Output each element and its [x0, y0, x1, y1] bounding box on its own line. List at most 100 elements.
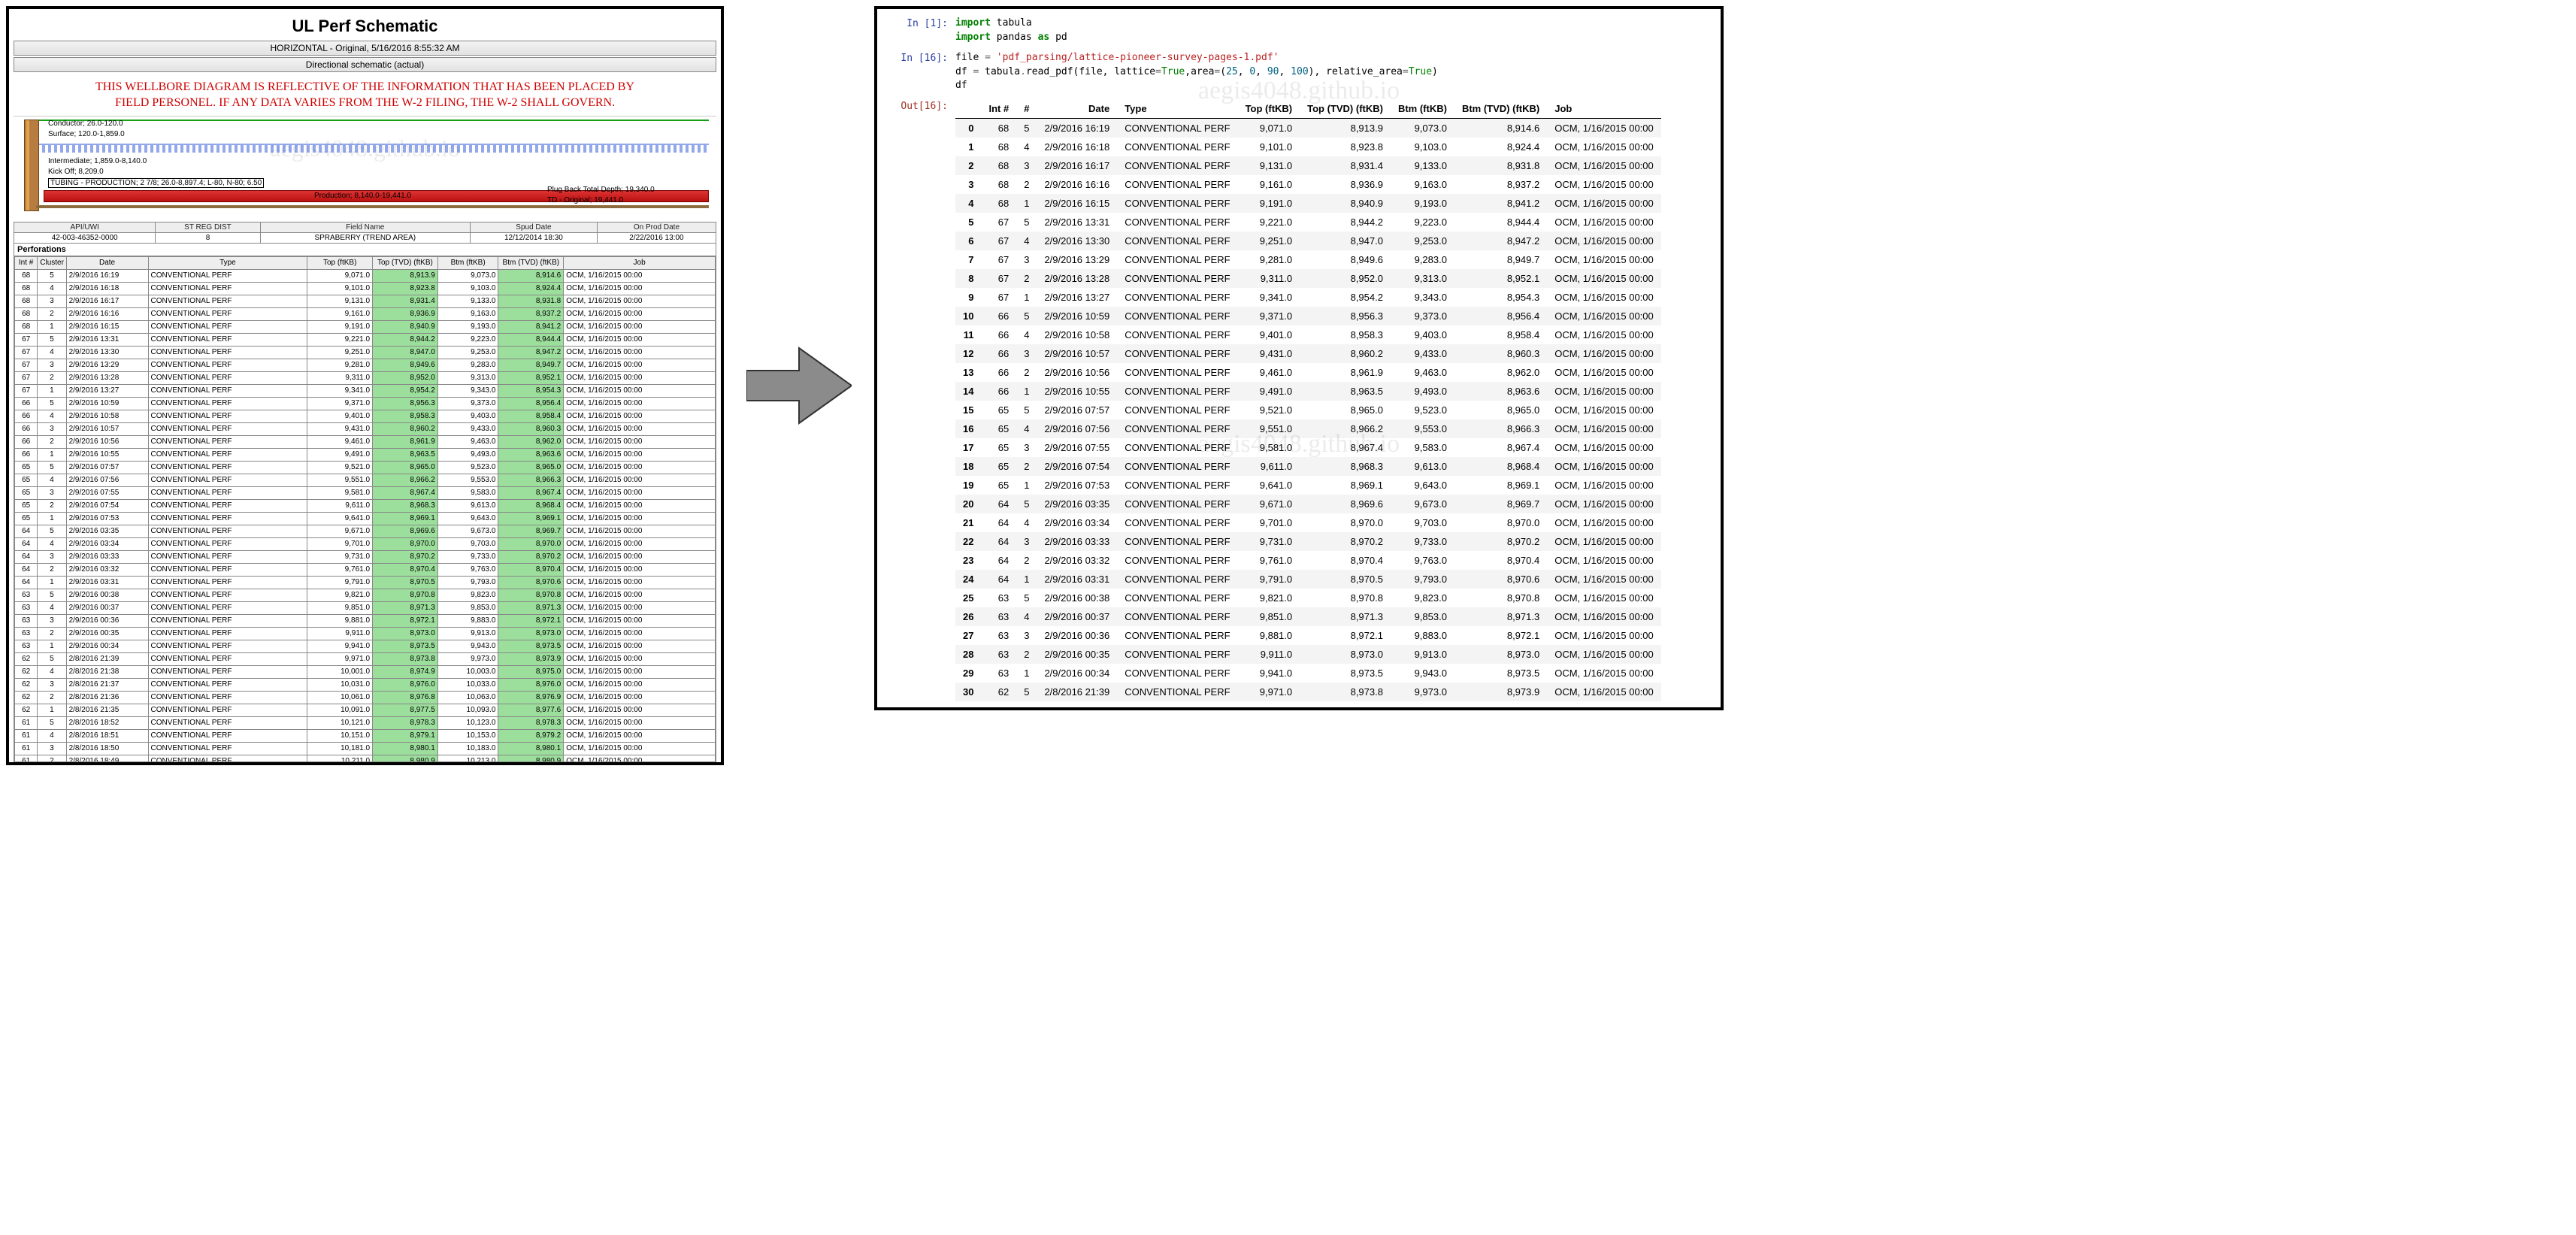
df-row: 266342/9/2016 00:37CONVENTIONAL PERF9,85… — [955, 607, 1661, 626]
lbl-kickoff: Kick Off; 8,209.0 — [48, 168, 104, 176]
df-row: 36822/9/2016 16:16CONVENTIONAL PERF9,161… — [955, 175, 1661, 194]
df-row: 86722/9/2016 13:28CONVENTIONAL PERF9,311… — [955, 269, 1661, 288]
table-row: 6542/9/2016 07:56CONVENTIONAL PERF9,551.… — [15, 474, 716, 486]
df-row: 136622/9/2016 10:56CONVENTIONAL PERF9,46… — [955, 363, 1661, 382]
table-row: 6532/9/2016 07:55CONVENTIONAL PERF9,581.… — [15, 486, 716, 499]
perforations-table: Int #Cluster #DateTypeTop (ftKB)Top (TVD… — [14, 256, 716, 762]
table-row: 6152/8/2016 18:52CONVENTIONAL PERF10,121… — [15, 716, 716, 729]
df-row: 236422/9/2016 03:32CONVENTIONAL PERF9,76… — [955, 551, 1661, 570]
table-row: 6232/8/2016 21:37CONVENTIONAL PERF10,031… — [15, 678, 716, 691]
df-header: Type — [1117, 99, 1237, 119]
table-row: 6712/9/2016 13:27CONVENTIONAL PERF9,341.… — [15, 384, 716, 397]
table-row: 6252/8/2016 21:39CONVENTIONAL PERF9,971.… — [15, 652, 716, 665]
table-row: 6832/9/2016 16:17CONVENTIONAL PERF9,131.… — [15, 295, 716, 307]
df-row: 106652/9/2016 10:59CONVENTIONAL PERF9,37… — [955, 307, 1661, 325]
meta-table: API/UWIST REG DISTField NameSpud DateOn … — [14, 222, 716, 244]
pdf-document: UL Perf Schematic HORIZONTAL - Original,… — [6, 6, 724, 765]
df-row: 186522/9/2016 07:54CONVENTIONAL PERF9,61… — [955, 457, 1661, 476]
table-row: 6312/9/2016 00:34CONVENTIONAL PERF9,941.… — [15, 640, 716, 652]
df-header: Btm (ftKB) — [1391, 99, 1454, 119]
perf-header: Top (TVD) (ftKB) — [373, 256, 438, 269]
table-row: 6652/9/2016 10:59CONVENTIONAL PERF9,371.… — [15, 397, 716, 410]
pdf-subtitle-1: HORIZONTAL - Original, 5/16/2016 8:55:32… — [14, 41, 716, 56]
table-row: 6612/9/2016 10:55CONVENTIONAL PERF9,491.… — [15, 448, 716, 461]
table-row: 6122/8/2016 18:49CONVENTIONAL PERF10,211… — [15, 755, 716, 762]
df-row: 56752/9/2016 13:31CONVENTIONAL PERF9,221… — [955, 213, 1661, 232]
jupyter-notebook: aegis4048.github.io aegis4048.github.io … — [874, 6, 1724, 710]
meta-value: SPRABERRY (TREND AREA) — [260, 232, 470, 243]
in-prompt-16: In [16]: — [883, 51, 955, 94]
df-header: Date — [1037, 99, 1117, 119]
table-row: 6442/9/2016 03:34CONVENTIONAL PERF9,701.… — [15, 537, 716, 550]
table-row: 6412/9/2016 03:31CONVENTIONAL PERF9,791.… — [15, 576, 716, 589]
table-row: 6212/8/2016 21:35CONVENTIONAL PERF10,091… — [15, 704, 716, 716]
code-16: file = 'pdf_parsing/lattice-pioneer-surv… — [955, 51, 1438, 94]
pdf-subtitle-2: Directional schematic (actual) — [14, 57, 716, 72]
perf-header: Btm (ftKB) — [437, 256, 498, 269]
df-row: 166542/9/2016 07:56CONVENTIONAL PERF9,55… — [955, 419, 1661, 438]
lbl-surface: Surface; 120.0-1,859.0 — [48, 130, 125, 138]
df-row: 16842/9/2016 16:18CONVENTIONAL PERF9,101… — [955, 138, 1661, 156]
table-row: 6512/9/2016 07:53CONVENTIONAL PERF9,641.… — [15, 512, 716, 525]
meta-value: 2/22/2016 13:00 — [597, 232, 716, 243]
df-header: Job — [1547, 99, 1661, 119]
table-row: 6622/9/2016 10:56CONVENTIONAL PERF9,461.… — [15, 435, 716, 448]
output-cell-16: Out[16]: Int ##DateTypeTop (ftKB)Top (TV… — [883, 99, 1715, 701]
table-row: 6842/9/2016 16:18CONVENTIONAL PERF9,101.… — [15, 282, 716, 295]
df-row: 276332/9/2016 00:36CONVENTIONAL PERF9,88… — [955, 626, 1661, 645]
meta-header: API/UWI — [14, 222, 156, 232]
df-header — [955, 99, 981, 119]
arrow-icon — [746, 344, 852, 427]
table-row: 6552/9/2016 07:57CONVENTIONAL PERF9,521.… — [15, 461, 716, 474]
out-prompt-16: Out[16]: — [883, 99, 955, 701]
perf-header: Cluster # — [38, 256, 66, 269]
df-row: 176532/9/2016 07:55CONVENTIONAL PERF9,58… — [955, 438, 1661, 457]
in-prompt-1: In [1]: — [883, 17, 955, 45]
df-row: 256352/9/2016 00:38CONVENTIONAL PERF9,82… — [955, 589, 1661, 607]
df-row: 196512/9/2016 07:53CONVENTIONAL PERF9,64… — [955, 476, 1661, 495]
table-row: 6822/9/2016 16:16CONVENTIONAL PERF9,161.… — [15, 307, 716, 320]
perf-header: Int # — [15, 256, 38, 269]
df-row: 226432/9/2016 03:33CONVENTIONAL PERF9,73… — [955, 532, 1661, 551]
table-row: 6752/9/2016 13:31CONVENTIONAL PERF9,221.… — [15, 333, 716, 346]
table-row: 6322/9/2016 00:35CONVENTIONAL PERF9,911.… — [15, 627, 716, 640]
lbl-plugback: Plug Back Total Depth; 19,340.0 — [547, 186, 655, 194]
table-row: 6722/9/2016 13:28CONVENTIONAL PERF9,311.… — [15, 371, 716, 384]
meta-header: On Prod Date — [597, 222, 716, 232]
perf-header: Job — [564, 256, 716, 269]
table-row: 6812/9/2016 16:15CONVENTIONAL PERF9,191.… — [15, 320, 716, 333]
lbl-intermediate: Intermediate; 1,859.0-8,140.0 — [48, 157, 147, 165]
table-row: 6732/9/2016 13:29CONVENTIONAL PERF9,281.… — [15, 359, 716, 371]
df-row: 76732/9/2016 13:29CONVENTIONAL PERF9,281… — [955, 250, 1661, 269]
table-row: 6142/8/2016 18:51CONVENTIONAL PERF10,151… — [15, 729, 716, 742]
meta-value: 42-003-46352-0000 — [14, 232, 156, 243]
code-cell-16[interactable]: In [16]: file = 'pdf_parsing/lattice-pio… — [883, 51, 1715, 94]
df-row: 216442/9/2016 03:34CONVENTIONAL PERF9,70… — [955, 513, 1661, 532]
meta-header: ST REG DIST — [156, 222, 260, 232]
lbl-conductor: Conductor; 26.0-120.0 — [48, 120, 123, 128]
df-header: Top (ftKB) — [1238, 99, 1300, 119]
pdf-warning: THIS WELLBORE DIAGRAM IS REFLECTIVE OF T… — [14, 72, 716, 116]
perf-header: Date — [66, 256, 148, 269]
df-row: 286322/9/2016 00:35CONVENTIONAL PERF9,91… — [955, 645, 1661, 664]
meta-header: Spud Date — [470, 222, 597, 232]
code-cell-1[interactable]: In [1]: import tabula import pandas as p… — [883, 17, 1715, 45]
pdf-title: UL Perf Schematic — [14, 14, 716, 39]
table-row: 6242/8/2016 21:38CONVENTIONAL PERF10,001… — [15, 665, 716, 678]
df-header: Int # — [981, 99, 1016, 119]
table-row: 6132/8/2016 18:50CONVENTIONAL PERF10,181… — [15, 742, 716, 755]
perf-header: Top (ftKB) — [307, 256, 373, 269]
table-row: 6522/9/2016 07:54CONVENTIONAL PERF9,611.… — [15, 499, 716, 512]
table-row: 6852/9/2016 16:19CONVENTIONAL PERF9,071.… — [15, 269, 716, 282]
meta-value: 12/12/2014 18:30 — [470, 232, 597, 243]
meta-header: Field Name — [260, 222, 470, 232]
table-row: 6642/9/2016 10:58CONVENTIONAL PERF9,401.… — [15, 410, 716, 422]
meta-value: 8 — [156, 232, 260, 243]
df-row: 156552/9/2016 07:57CONVENTIONAL PERF9,52… — [955, 401, 1661, 419]
table-row: 6342/9/2016 00:37CONVENTIONAL PERF9,851.… — [15, 601, 716, 614]
table-row: 6332/9/2016 00:36CONVENTIONAL PERF9,881.… — [15, 614, 716, 627]
lbl-td: TD - Original; 19,441.0 — [547, 196, 623, 204]
df-row: 126632/9/2016 10:57CONVENTIONAL PERF9,43… — [955, 344, 1661, 363]
dataframe-output: Int ##DateTypeTop (ftKB)Top (TVD) (ftKB)… — [955, 99, 1661, 701]
lbl-tubing: TUBING - PRODUCTION; 2 7/8; 26.0-8,897.4… — [48, 178, 264, 188]
